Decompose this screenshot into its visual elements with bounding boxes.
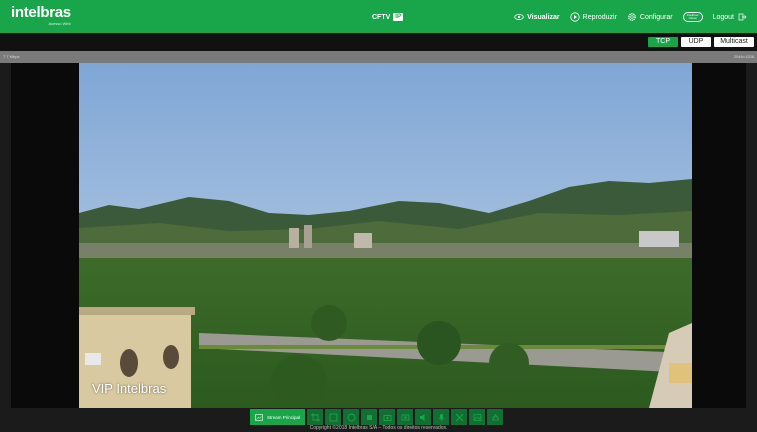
stream-icon [255,413,263,421]
audio-icon[interactable] [415,409,432,425]
main-nav: Visualizar Reproduzir Configurar Intelbr… [514,12,747,22]
stream-select-button[interactable]: Stream Principal [250,409,306,425]
camera-osd-title: VIP Intelbras [92,381,167,396]
resolution-readout: 2048×1536 [733,54,754,59]
bitrate-readout: 7.7 Mbps [3,54,20,59]
cloud-button[interactable]: Intelbras Cloud [682,12,703,22]
protocol-udp-button[interactable]: UDP [681,37,711,47]
top-header: intelbras Acesso Web CFTV IP Visualizar … [0,0,757,33]
nav-logout[interactable]: Logout [713,12,747,22]
snapshot-icon[interactable] [379,409,396,425]
nav-reproduzir[interactable]: Reproduzir [570,12,617,22]
live-toolbar: Stream Principal [250,409,504,425]
cloud-icon: Intelbras Cloud [682,12,703,22]
crop-icon[interactable] [307,409,324,425]
brand-name: intelbras [11,4,71,21]
mic-icon[interactable] [433,409,450,425]
gear-icon [627,13,636,21]
camera-video-frame[interactable] [79,63,692,408]
protocol-multicast-button[interactable]: Multicast [714,37,754,47]
cloud-line2: Cloud [688,16,697,20]
brand-logo: intelbras Acesso Web [11,5,71,26]
nav-visualizar-label: Visualizar [527,13,560,21]
protocol-bar: TCP UDP Multicast [0,33,757,51]
play-icon [570,12,580,22]
nav-reproduzir-label: Reproduzir [582,13,617,21]
protocol-selector: TCP UDP Multicast [648,37,754,47]
zoom-icon[interactable] [451,409,468,425]
protocol-tcp-button[interactable]: TCP [648,37,678,47]
product-badge: IP [393,13,403,21]
fit-icon[interactable] [325,409,342,425]
image-icon[interactable] [469,409,486,425]
stream-select-label: Stream Principal [267,414,301,420]
logout-icon [738,13,747,21]
nav-logout-label: Logout [712,13,734,21]
fisheye-icon[interactable] [343,409,360,425]
brightness-icon[interactable] [361,409,378,425]
nav-configurar[interactable]: Configurar [627,12,673,22]
stream-info-bar: 7.7 Mbps 2048×1536 [0,51,757,63]
product-name: CFTV [372,13,391,21]
camera-scene-image [79,63,692,408]
footer-copyright: Copyright ©2018 Intelbras S/A – Todos os… [309,425,448,431]
nav-visualizar[interactable]: Visualizar [514,12,560,22]
brand-subtitle: Acesso Web [48,21,71,26]
eye-icon [514,14,524,20]
ptz-icon[interactable] [487,409,504,425]
product-logo: CFTV IP [372,13,403,21]
record-icon[interactable] [397,409,414,425]
nav-configurar-label: Configurar [639,13,673,21]
